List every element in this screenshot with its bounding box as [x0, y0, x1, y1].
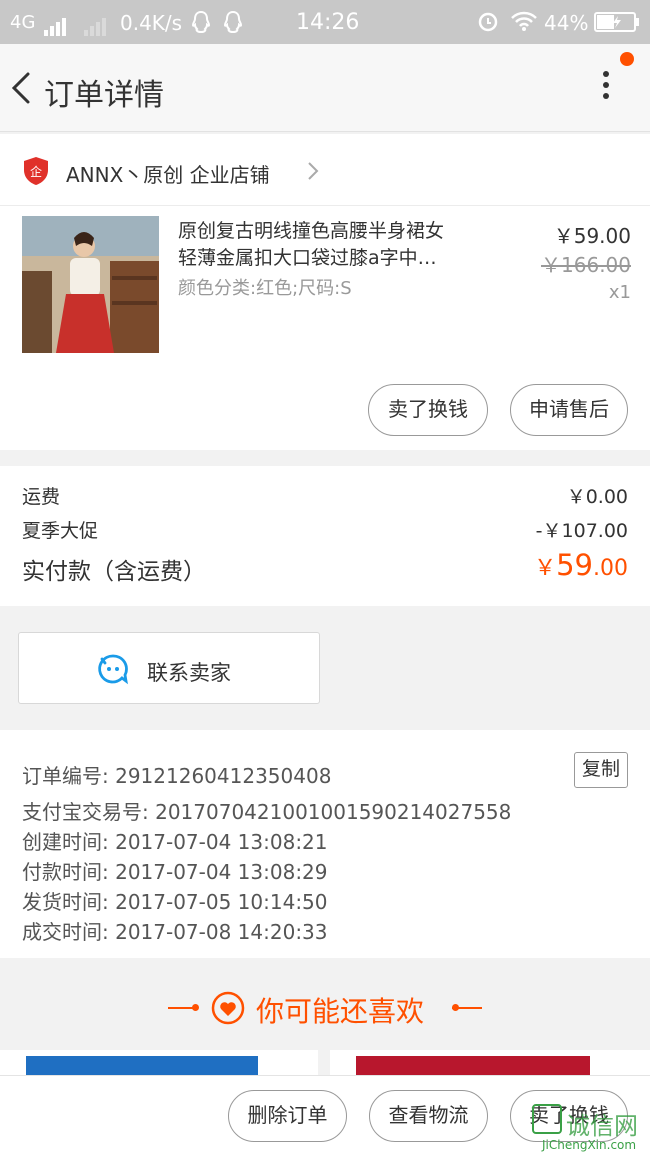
copy-button[interactable]: 复制 — [574, 752, 628, 788]
clock: 14:26 — [296, 10, 360, 35]
svg-text:企: 企 — [30, 164, 42, 179]
alipay-number: 支付宝交易号: 2017070421001001590214027558 — [22, 800, 512, 824]
alarm-icon — [478, 12, 498, 32]
shipping-value: ￥0.00 — [566, 486, 628, 508]
divider-dot-left — [192, 1004, 199, 1011]
watermark-logo — [532, 1104, 562, 1134]
promo-value: -￥107.00 — [535, 520, 628, 542]
status-bar: 4G 0.4K/s 14:26 44% — [0, 0, 650, 44]
shop-header[interactable]: 企 ANNX丶原创 企业店铺 — [0, 134, 650, 206]
product-original-price: ￥166.00 — [541, 253, 631, 277]
more-menu-icon[interactable] — [586, 66, 626, 110]
after-sale-button[interactable]: 申请售后 — [510, 384, 628, 436]
product-title-line2: 轻薄金属扣大口袋过膝a字中… — [178, 247, 437, 269]
delete-order-button[interactable]: 删除订单 — [228, 1090, 347, 1142]
paid-row: 实付款（含运费） ￥59.00 — [22, 548, 628, 586]
title-bar: 订单详情 — [0, 44, 650, 132]
promo-row: 夏季大促 -￥107.00 — [22, 516, 628, 543]
view-logistics-button[interactable]: 查看物流 — [369, 1090, 488, 1142]
cost-summary: 运费 ￥0.00 夏季大促 -￥107.00 实付款（含运费） ￥59.00 — [0, 466, 650, 606]
heart-icon — [211, 991, 245, 1025]
product-title[interactable]: 原创复古明线撞色高腰半身裙女 轻薄金属扣大口袋过膝a字中… — [178, 218, 508, 272]
created-time: 创建时间: 2017-07-04 13:08:21 — [22, 830, 328, 854]
contact-seller-button[interactable]: 联系卖家 — [18, 632, 320, 704]
watermark: 诚信网 JiChengXin.com — [532, 1104, 650, 1155]
contact-seller-label: 联系卖家 — [147, 661, 231, 685]
product-photo — [22, 216, 159, 353]
order-item-card: 企 ANNX丶原创 企业店铺 原创复古明线撞色高腰半身裙女 轻薄金属扣大口袋过膝… — [0, 134, 650, 450]
recommend-title: 你可能还喜欢 — [256, 995, 425, 1028]
qq-icon — [191, 10, 211, 34]
paid-time: 付款时间: 2017-07-04 13:08:29 — [22, 860, 328, 884]
resell-button[interactable]: 卖了换钱 — [368, 384, 488, 436]
completed-time: 成交时间: 2017-07-08 14:20:33 — [22, 920, 328, 944]
battery-percent: 44% — [544, 11, 589, 35]
shop-name: ANNX丶原创 企业店铺 — [66, 163, 270, 187]
paid-integer: 59 — [556, 548, 593, 582]
shipped-time: 发货时间: 2017-07-05 10:14:50 — [22, 890, 328, 914]
notification-dot — [620, 52, 634, 66]
product-price: ￥59.00 — [553, 224, 631, 248]
back-arrow-icon[interactable] — [6, 64, 42, 112]
divider-right — [452, 1007, 482, 1009]
enterprise-shop-icon: 企 — [24, 157, 48, 185]
network-type: 4G — [10, 12, 36, 33]
watermark-url: JiChengXin.com — [542, 1138, 637, 1152]
order-number: 订单编号: 29121260412350408 — [22, 764, 332, 788]
paid-amount: ￥59.00 — [534, 548, 628, 582]
battery-icon — [594, 12, 639, 32]
product-image[interactable] — [22, 216, 159, 353]
network-speed: 0.4K/s — [120, 11, 183, 35]
shipping-row: 运费 ￥0.00 — [22, 482, 628, 509]
order-info: 订单编号: 29121260412350408 复制 支付宝交易号: 20170… — [0, 730, 650, 958]
chevron-right-icon — [308, 162, 319, 180]
recommend-header: 你可能还喜欢 — [0, 976, 650, 1040]
watermark-text: 诚信网 — [566, 1112, 638, 1140]
qq-icon-2 — [223, 10, 243, 34]
paid-decimal: .00 — [593, 556, 628, 581]
product-quantity: x1 — [608, 282, 631, 303]
signal-icon — [44, 12, 68, 36]
product-title-line1: 原创复古明线撞色高腰半身裙女 — [178, 220, 445, 242]
promo-label: 夏季大促 — [22, 520, 99, 542]
product-sku: 颜色分类:红色;尺码:S — [178, 278, 352, 299]
paid-currency: ￥ — [534, 556, 557, 581]
paid-label: 实付款（含运费） — [22, 559, 206, 585]
wifi-icon — [511, 11, 537, 31]
chat-icon — [98, 654, 128, 685]
signal-secondary-icon — [84, 12, 108, 36]
page-title: 订单详情 — [44, 78, 164, 113]
shipping-label: 运费 — [22, 486, 61, 508]
